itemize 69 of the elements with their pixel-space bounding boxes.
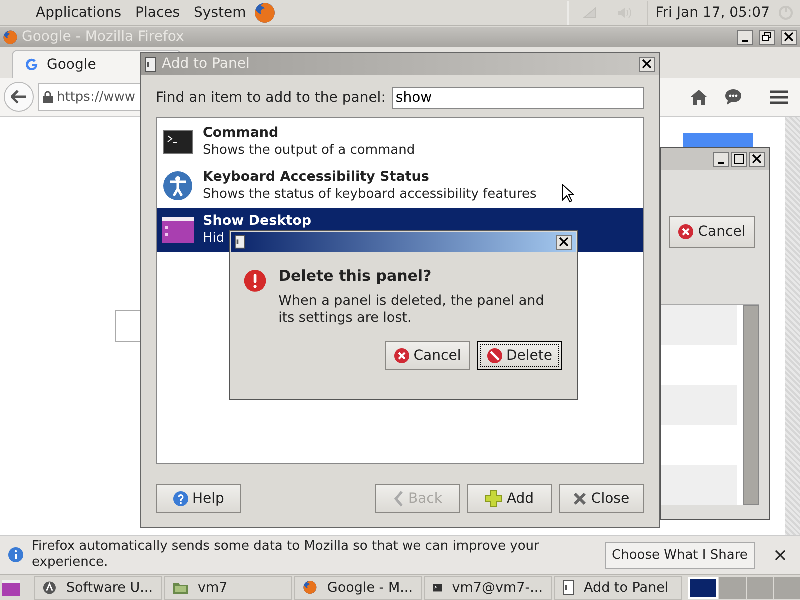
no-entry-icon	[486, 348, 502, 364]
taskbar-button[interactable]: vm7@vm7-...	[424, 576, 552, 600]
dialog-heading: Delete this panel?	[278, 267, 433, 285]
show-desktop-icon[interactable]	[2, 580, 20, 596]
close-button[interactable]	[639, 56, 655, 72]
back-button[interactable]	[4, 82, 34, 112]
close-button[interactable]: ×	[768, 544, 792, 566]
panel-menu[interactable]: Applications	[30, 2, 128, 22]
delete-button[interactable]: Delete	[477, 341, 562, 370]
cancel-button[interactable]: Cancel	[385, 341, 470, 370]
item-name: Command	[203, 125, 279, 142]
plus-icon	[484, 490, 503, 508]
menu-icon[interactable]	[770, 90, 788, 104]
firefox-icon	[254, 2, 276, 24]
item-description: Shows the status of keyboard accessibility features	[203, 186, 537, 203]
window-icon	[145, 56, 156, 72]
panel-menu[interactable]: System	[188, 2, 252, 22]
list-item[interactable]: Command Shows the output of a command	[157, 120, 643, 164]
close-button[interactable]	[749, 152, 765, 166]
scrollbar[interactable]	[743, 305, 759, 505]
share-button[interactable]: Choose What I Share	[605, 542, 755, 568]
add-button[interactable]: Add	[467, 484, 552, 513]
minimize-button[interactable]	[713, 152, 729, 166]
minimize-icon	[742, 40, 748, 42]
google-icon	[25, 58, 39, 72]
restore-icon	[762, 32, 772, 42]
taskbar-button[interactable]: vm7	[164, 576, 292, 600]
cancel-icon	[394, 348, 410, 364]
home-icon[interactable]	[691, 90, 707, 104]
terminal-icon	[163, 130, 193, 154]
maximize-button[interactable]	[731, 152, 747, 166]
terminal-icon	[433, 582, 442, 594]
window-icon	[563, 580, 574, 595]
help-button[interactable]: Help	[156, 484, 241, 513]
help-icon	[172, 490, 189, 506]
item-name: Show Desktop	[203, 213, 312, 230]
minimize-icon	[718, 162, 724, 164]
cancel-icon	[678, 224, 694, 240]
notification-text: Firefox automatically sends some data to Mozilla so that we can improve your experience.	[32, 539, 540, 571]
list-item[interactable]: Keyboard Accessibility Status Shows the status of keyboard accessibility features	[157, 164, 643, 208]
close-button[interactable]	[781, 30, 797, 44]
taskbar-button[interactable]: Google - M...	[294, 576, 422, 600]
software-icon	[43, 580, 56, 594]
item-description: Shows the output of a command	[203, 142, 416, 159]
close-icon	[573, 492, 588, 506]
scrollbar[interactable]	[785, 117, 800, 535]
minimize-button[interactable]	[737, 30, 753, 44]
firefox-icon	[303, 580, 318, 595]
taskbar-button[interactable]: Software U...	[34, 576, 162, 600]
dialog-message: When a panel is deleted, the panel and its settings are lost.	[278, 293, 546, 327]
lock-icon	[43, 91, 53, 103]
workspace-switcher[interactable]	[688, 576, 800, 598]
maximize-icon	[734, 154, 744, 164]
item-name: Keyboard Accessibility Status	[203, 169, 430, 186]
clock[interactable]: Fri Jan 17, 05:07	[656, 4, 770, 20]
folder-icon	[173, 581, 188, 594]
info-icon	[8, 547, 24, 563]
close-button[interactable]: Close	[559, 484, 644, 513]
accessibility-icon	[163, 171, 193, 201]
cancel-button[interactable]: Cancel	[669, 216, 755, 248]
search-field[interactable]: show	[392, 87, 644, 109]
chat-icon[interactable]	[725, 89, 742, 105]
mouse-pointer-icon	[562, 184, 574, 203]
item-description: Hid	[203, 230, 225, 247]
taskbar-button[interactable]: Add to Panel	[554, 576, 682, 600]
firefox-icon	[3, 30, 18, 44]
back-arrow-icon	[11, 90, 27, 104]
restore-button[interactable]	[759, 30, 775, 44]
panel-menu[interactable]: Places	[130, 2, 186, 22]
